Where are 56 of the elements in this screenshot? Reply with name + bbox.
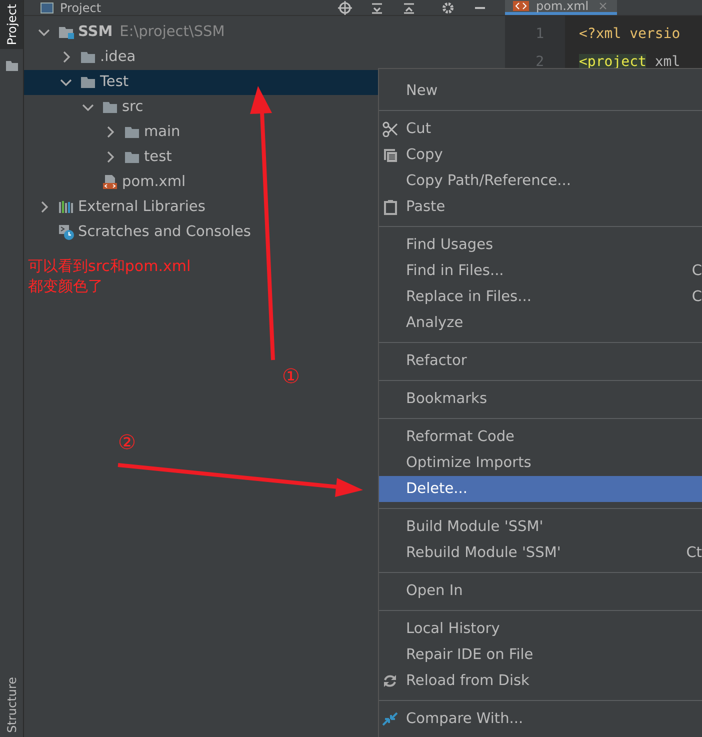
libraries-icon [58,199,74,215]
close-icon [596,1,609,11]
menu-item[interactable]: Refactor [379,348,702,374]
step-marker: ① [282,366,300,386]
collapse-all-icon[interactable] [402,0,416,14]
menu-item[interactable]: Local History [379,616,702,642]
menu-item[interactable]: Reload from Disk [379,668,702,694]
menu-item[interactable]: Delete... [379,476,702,502]
folder-icon [124,124,140,140]
folder-icon [5,59,19,72]
menu-item[interactable]: Replace in Files... C [379,284,702,310]
code-line: <?xml versio [579,24,680,44]
menu-item[interactable]: Bookmarks [379,386,702,412]
copy-icon [382,147,398,163]
menu-item[interactable]: Build Module 'SSM' [379,514,702,540]
step-marker: ② [118,432,136,452]
menu-item[interactable]: Find Usages [379,232,702,258]
target-icon[interactable] [338,0,352,14]
folder-icon [124,149,140,165]
tool-window-tab[interactable]: Project [0,0,23,50]
menu-item[interactable]: Find in Files... C [379,258,702,284]
menu-item[interactable]: Open In [379,578,702,604]
panel-title[interactable]: Project [60,0,102,14]
tree-item[interactable]: SSM E:\project\SSM [24,20,505,44]
menu-item[interactable]: Repair IDE on File [379,642,702,668]
xml-file-icon [102,174,118,190]
menu-item[interactable]: Optimize Imports [379,450,702,476]
menu-item[interactable]: Reformat Code [379,424,702,450]
module-icon [58,24,74,40]
refresh-icon [382,673,398,689]
node-path: E:\project\SSM [120,22,225,42]
menu-item[interactable]: Copy Path/Reference... [379,168,702,194]
settings-icon[interactable] [441,0,455,14]
annotation-note: 可以看到src和pom.xml 都变颜色了 [28,256,191,296]
tree-item[interactable]: .idea [24,44,505,70]
node-label: SSM [78,22,113,42]
menu-item[interactable]: Compare With... [379,706,702,732]
tool-window-tab[interactable]: Structure [0,673,23,737]
panel-icon [40,2,54,14]
folder-icon [80,74,96,90]
shortcut-text: C [692,288,702,307]
editor-tab[interactable]: pom.xml [505,0,617,15]
xml-file-icon [513,1,529,11]
clipboard-icon [382,199,398,215]
expand-all-icon[interactable] [370,0,384,14]
folder-icon [80,49,96,65]
menu-item[interactable]: Copy [379,142,702,168]
scissors-icon [382,121,398,137]
menu-item[interactable]: Rebuild Module 'SSM' Ct [379,540,702,566]
shortcut-text: Ct [686,544,702,563]
scratches-icon [58,224,74,240]
folder-icon [102,99,118,115]
menu-item[interactable]: Paste [379,194,702,220]
compare-arrows-icon [382,711,398,727]
shortcut-text: C [692,262,702,281]
menu-item[interactable]: Analyze [379,310,702,336]
